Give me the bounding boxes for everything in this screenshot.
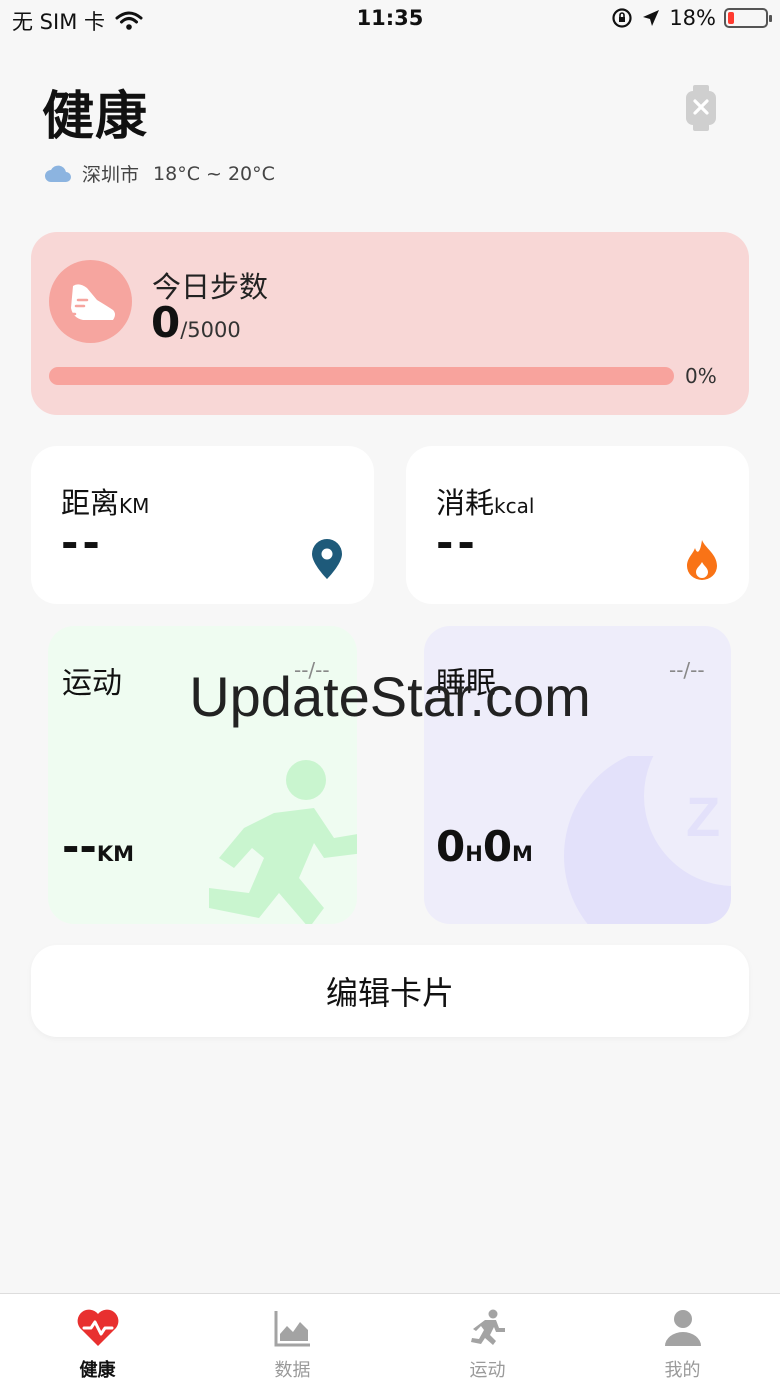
distance-unit: KM (119, 494, 150, 518)
temperature-range: 18°C ~ 20°C (153, 162, 275, 185)
svg-text:Z: Z (686, 785, 720, 848)
orientation-lock-icon (612, 8, 632, 28)
steps-card[interactable]: 今日步数 0 /5000 0% (31, 232, 749, 415)
calories-title: 消耗 kcal (436, 480, 534, 522)
edit-cards-button[interactable]: 编辑卡片 (31, 945, 749, 1037)
status-right: 18% (611, 6, 772, 30)
steps-progress-bar (49, 367, 674, 385)
cloud-icon (45, 165, 71, 182)
heart-icon (77, 1309, 118, 1346)
calories-unit: kcal (494, 494, 535, 518)
calories-card[interactable]: 消耗 kcal -- (406, 446, 749, 604)
page-title: 健康 (42, 87, 149, 147)
calories-label: 消耗 (436, 486, 495, 520)
sport-value: -- KM (62, 822, 134, 871)
sleep-hours: 0 (436, 822, 466, 871)
running-figure-icon (209, 760, 357, 924)
flame-icon (687, 540, 717, 580)
tab-bar: 健康 数据 运动 我的 (0, 1293, 780, 1387)
tab-profile[interactable]: 我的 (585, 1294, 780, 1387)
tab-sport-label: 运动 (469, 1360, 506, 1381)
distance-card[interactable]: 距离 KM -- (31, 446, 374, 604)
battery-percent: 18% (669, 6, 716, 30)
steps-goal: /5000 (180, 318, 241, 342)
weather-row: 深圳市 18°C ~ 20°C (44, 160, 275, 187)
tab-health[interactable]: 健康 (0, 1294, 195, 1387)
sleep-minutes: 0 (482, 822, 513, 871)
sport-distance: -- (62, 822, 97, 871)
running-shoe-icon (64, 284, 115, 320)
moon-icon: Z (564, 756, 731, 924)
steps-percent: 0% (685, 364, 717, 388)
location-pin-icon (312, 539, 342, 579)
chart-icon (274, 1311, 310, 1347)
sleep-minutes-unit: M (512, 842, 533, 866)
steps-count: 0 (151, 298, 181, 347)
tab-data[interactable]: 数据 (195, 1294, 390, 1387)
user-icon (664, 1310, 701, 1346)
sport-unit: KM (96, 842, 135, 866)
distance-label: 距离 (61, 486, 120, 520)
sleep-value: 0 H 0 M (436, 822, 533, 871)
tab-sport[interactable]: 运动 (390, 1294, 585, 1387)
battery-icon (724, 8, 772, 28)
watch-disconnected-icon[interactable] (684, 85, 718, 131)
sleep-hours-unit: H (465, 842, 483, 866)
status-bar: 无 SIM 卡 11:35 18% (0, 0, 780, 40)
watermark: UpdateStar.com (189, 665, 591, 728)
tab-health-label: 健康 (79, 1360, 116, 1381)
tab-profile-label: 我的 (664, 1360, 701, 1381)
running-icon (470, 1309, 505, 1345)
distance-title: 距离 KM (61, 480, 149, 522)
distance-value: -- (61, 518, 104, 567)
location-arrow-icon (643, 10, 660, 26)
calories-value: -- (436, 518, 479, 567)
steps-value: 0 /5000 (151, 298, 241, 347)
city: 深圳市 (82, 164, 140, 186)
steps-avatar (49, 260, 132, 343)
tab-data-label: 数据 (274, 1360, 311, 1381)
